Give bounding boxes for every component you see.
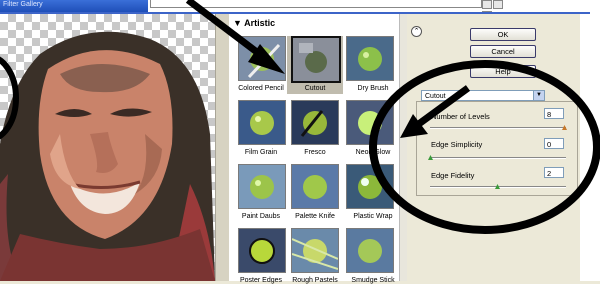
category-header[interactable]: ▼ Artistic	[233, 18, 275, 30]
param-label-levels: Number of Levels	[431, 112, 490, 121]
filter-item-cutout[interactable]: Cutout	[287, 36, 343, 94]
title-bar: Filter Gallery	[0, 0, 148, 12]
top-field	[150, 0, 482, 8]
fidelity-slider-knob[interactable]	[495, 184, 500, 189]
filter-thumb	[346, 164, 394, 209]
simplicity-slider-knob[interactable]	[428, 155, 433, 160]
help-button[interactable]: Help	[470, 65, 536, 78]
filter-thumb	[238, 36, 286, 81]
fidelity-input[interactable]: 2	[544, 167, 564, 178]
filter-label: Cutout	[304, 85, 326, 92]
expand-arrow-icon: ▼	[233, 18, 245, 28]
filter-label: Dry Brush	[357, 85, 389, 92]
filter-gallery: ▼ Artistic Colored Pencil Cutout Dry Bru…	[229, 14, 407, 284]
category-label: Artistic	[244, 18, 276, 28]
panel-divider	[215, 14, 230, 281]
filter-select-value: Cutout	[425, 93, 446, 100]
preview-image	[0, 31, 215, 281]
filter-thumb	[238, 228, 286, 273]
filter-label: Neon Glow	[355, 149, 391, 156]
cancel-button[interactable]: Cancel	[470, 45, 536, 58]
maximize-icon[interactable]	[493, 0, 503, 9]
levels-input[interactable]: 8	[544, 108, 564, 119]
filter-thumb	[346, 100, 394, 145]
filter-label: Plastic Wrap	[353, 213, 393, 220]
simplicity-slider-track[interactable]	[430, 157, 566, 159]
image-preview[interactable]	[0, 14, 215, 281]
filter-thumb	[238, 100, 286, 145]
filter-label: Fresco	[304, 149, 326, 156]
simplicity-input[interactable]: 0	[544, 138, 564, 149]
filter-thumb	[291, 164, 339, 209]
outer-background	[580, 14, 600, 281]
filter-thumb	[346, 228, 394, 273]
window-title: Filter Gallery	[3, 1, 43, 8]
filter-thumb	[291, 100, 339, 145]
filter-thumb	[238, 164, 286, 209]
levels-slider-track[interactable]	[430, 127, 566, 129]
double-chevron-up-icon[interactable]: ⌃	[411, 26, 422, 37]
filter-select[interactable]: Cutout ▼	[421, 90, 545, 101]
filter-thumb	[291, 228, 339, 273]
param-label-fidelity: Edge Fidelity	[431, 171, 475, 180]
minimize-icon[interactable]	[482, 0, 492, 9]
filter-label: Palette Knife	[295, 213, 335, 220]
window-controls	[482, 0, 512, 20]
levels-slider-knob[interactable]	[562, 125, 567, 130]
filter-thumb	[346, 36, 394, 81]
filter-thumb-selected	[291, 36, 341, 83]
ok-button[interactable]: OK	[470, 28, 536, 41]
param-label-simplicity: Edge Simplicity	[431, 140, 483, 149]
chevron-down-icon: ▼	[533, 91, 544, 100]
